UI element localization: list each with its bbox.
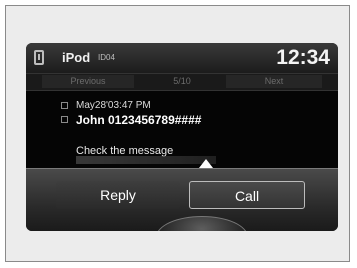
clock-icon: [61, 102, 68, 109]
interface-dial[interactable]: [156, 216, 248, 231]
phone-icon: [34, 50, 44, 65]
reply-button[interactable]: Reply: [56, 181, 180, 209]
message-sender: John 0123456789####: [76, 113, 202, 127]
message-counter: 5/10: [173, 76, 191, 86]
popup-pointer-icon: [199, 159, 213, 168]
audio-source-sub: ID04: [98, 53, 115, 62]
contact-icon: [61, 116, 68, 123]
message-nav: Previous 5/10 Next: [26, 73, 338, 91]
next-button[interactable]: Next: [226, 75, 322, 88]
message-timestamp: May28'03:47 PM: [76, 100, 151, 111]
display-screen: iPod ID04 12:34 Previous 5/10 Next May28…: [26, 43, 338, 231]
audio-source-label: iPod: [62, 50, 91, 65]
message-preview-faded: [76, 156, 216, 164]
previous-button[interactable]: Previous: [42, 75, 134, 88]
action-popup: Reply Call: [26, 168, 338, 231]
clock: 12:34: [276, 46, 330, 69]
status-bar: iPod ID04 12:34: [26, 43, 338, 73]
call-button[interactable]: Call: [189, 181, 305, 209]
